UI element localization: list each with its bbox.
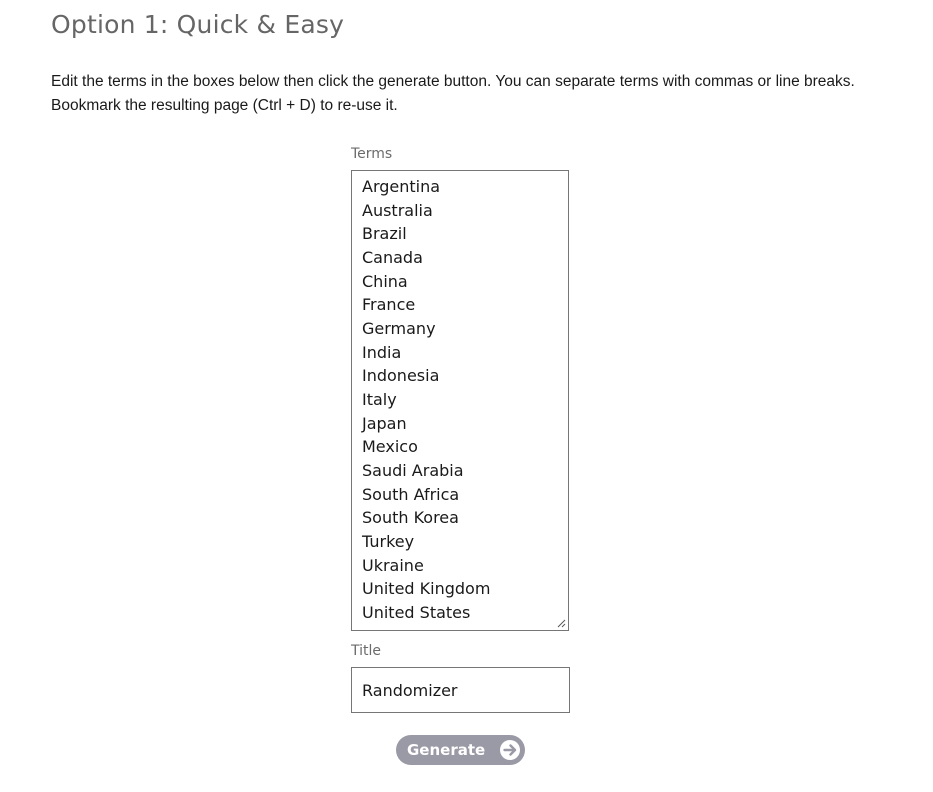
terms-textarea[interactable]: Argentina Australia Brazil Canada China Franc…: [351, 170, 569, 631]
term-line: Turkey: [362, 531, 415, 551]
arrow-right-circle-icon: [500, 740, 520, 760]
resize-handle-icon[interactable]: [556, 618, 566, 628]
term-line: Brazil: [362, 224, 407, 244]
term-line: Canada: [362, 247, 423, 267]
terms-list: Argentina Australia Brazil Canada China Franc…: [362, 175, 568, 624]
instructions-text: Edit the terms in the boxes below then c…: [51, 70, 911, 118]
title-input[interactable]: [351, 667, 570, 713]
term-line: Saudi Arabia: [362, 460, 464, 480]
generate-button-label: Generate: [407, 741, 486, 759]
term-line: Germany: [362, 318, 436, 338]
term-line: Indonesia: [362, 366, 440, 386]
instructions-line-1: Edit the terms in the boxes below then c…: [51, 73, 855, 90]
term-line: Mexico: [362, 437, 418, 457]
term-line: Italy: [362, 389, 397, 409]
term-line: Ukraine: [362, 555, 424, 575]
terms-label: Terms: [351, 146, 393, 162]
title-label: Title: [351, 643, 382, 659]
term-line: South Africa: [362, 484, 460, 504]
term-line: China: [362, 271, 408, 291]
term-line: Japan: [362, 413, 407, 433]
term-line: United Kingdom: [362, 579, 491, 599]
term-line: United States: [362, 602, 471, 622]
term-line: Argentina: [362, 177, 441, 196]
term-line: France: [362, 295, 416, 315]
instructions-line-2: Bookmark the resulting page (Ctrl + D) t…: [51, 97, 398, 114]
generate-button[interactable]: Generate: [396, 735, 525, 765]
term-line: India: [362, 342, 402, 362]
term-line: South Korea: [362, 508, 459, 528]
term-line: Australia: [362, 200, 433, 220]
page-heading: Option 1: Quick & Easy: [51, 10, 345, 39]
